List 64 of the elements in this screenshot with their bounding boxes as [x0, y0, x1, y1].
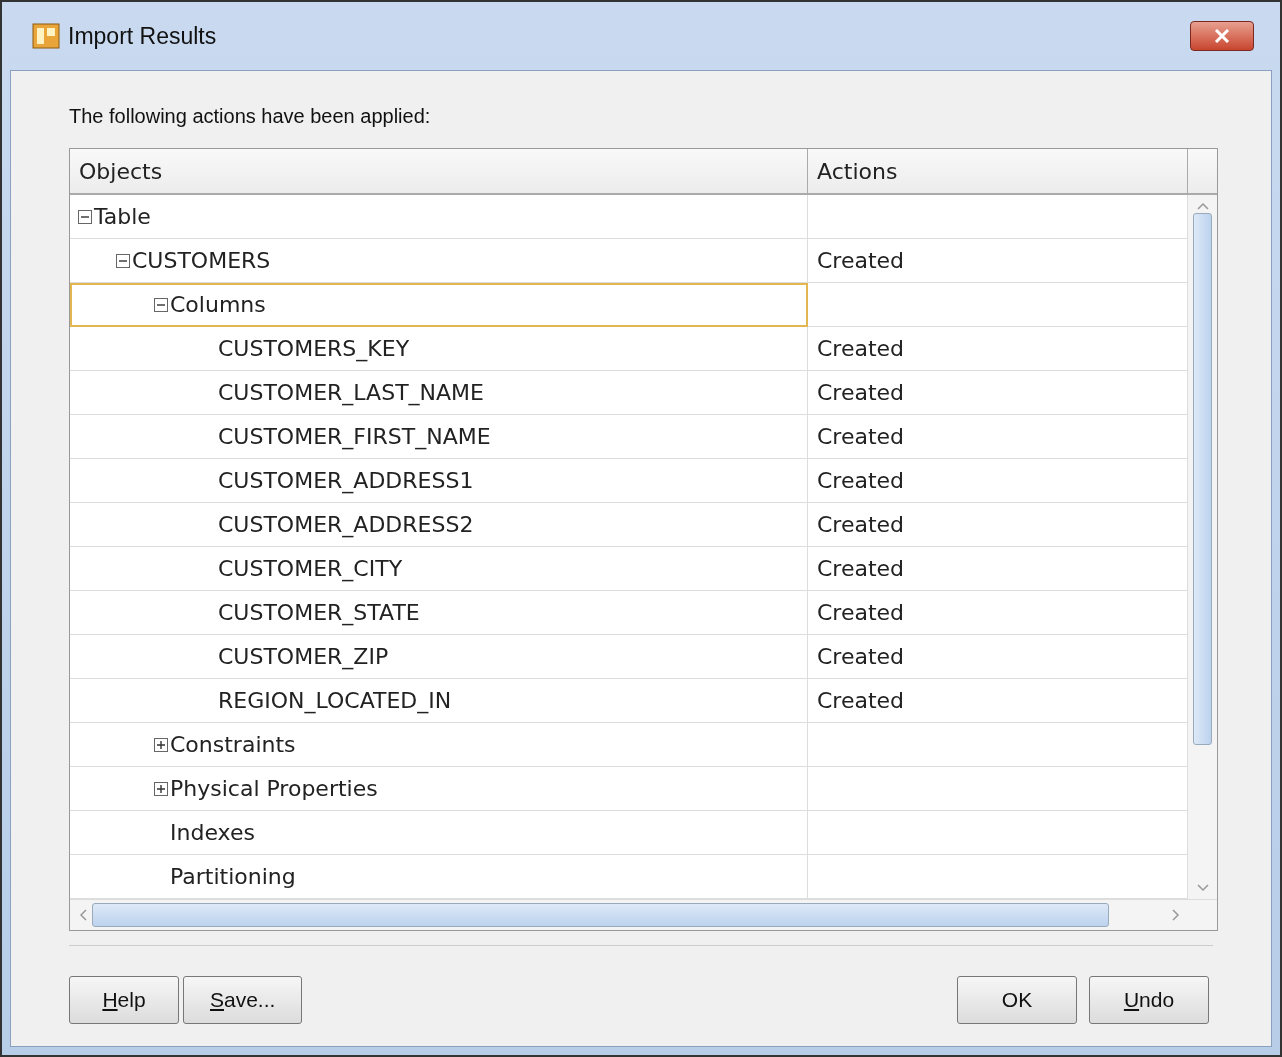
tree-item[interactable]: CUSTOMERS: [70, 239, 808, 283]
tree-item-label: Columns: [170, 292, 266, 317]
dialog-button[interactable]: Save...: [183, 976, 303, 1024]
tree-item[interactable]: CUSTOMERS_KEY: [70, 327, 808, 371]
tree-item-label: Physical Properties: [170, 776, 378, 801]
tree-item[interactable]: CUSTOMER_ADDRESS1: [70, 459, 808, 503]
tree-item-label: Table: [94, 204, 151, 229]
tree-item[interactable]: Indexes: [70, 811, 808, 855]
horizontal-scrollbar[interactable]: [70, 899, 1217, 930]
tree-item-label: Indexes: [170, 820, 255, 845]
dialog-button[interactable]: Undo: [1089, 976, 1209, 1024]
intro-text: The following actions have been applied:: [69, 105, 431, 128]
tree-item-label: REGION_LOCATED_IN: [218, 688, 452, 713]
tree-item-label: CUSTOMER_ZIP: [218, 644, 389, 669]
header-corner: [1188, 149, 1217, 195]
tree-item-label: CUSTOMER_ADDRESS1: [218, 468, 474, 493]
scroll-up-icon: [1195, 201, 1210, 211]
tree-item[interactable]: REGION_LOCATED_IN: [70, 679, 808, 723]
expand-icon[interactable]: [154, 781, 168, 796]
tree-item[interactable]: Physical Properties: [70, 767, 808, 811]
action-cell: Created: [808, 591, 1188, 635]
collapse-icon[interactable]: [154, 297, 168, 312]
scroll-left-icon: [78, 908, 88, 922]
action-cell: Created: [808, 503, 1188, 547]
tree-item-label: CUSTOMER_ADDRESS2: [218, 512, 474, 537]
tree-item[interactable]: CUSTOMER_CITY: [70, 547, 808, 591]
expand-icon[interactable]: [154, 737, 168, 752]
tree-item[interactable]: CUSTOMER_LAST_NAME: [70, 371, 808, 415]
action-cell: Created: [808, 459, 1188, 503]
action-cell: Created: [808, 239, 1188, 283]
tree-item-label: CUSTOMER_STATE: [218, 600, 420, 625]
action-cell: Created: [808, 679, 1188, 723]
tree-item[interactable]: CUSTOMER_ZIP: [70, 635, 808, 679]
tree-item-label: CUSTOMER_LAST_NAME: [218, 380, 484, 405]
tree-item[interactable]: Table: [70, 195, 808, 239]
scroll-down-icon: [1195, 883, 1210, 893]
tree-item[interactable]: CUSTOMER_ADDRESS2: [70, 503, 808, 547]
collapse-icon[interactable]: [78, 209, 92, 224]
scroll-right-icon: [1171, 908, 1181, 922]
vertical-scrollbar[interactable]: [1188, 195, 1217, 899]
close-icon: [1214, 29, 1230, 43]
tree-item-label: CUSTOMERS_KEY: [218, 336, 410, 361]
action-cell: Created: [808, 371, 1188, 415]
action-cell: Created: [808, 547, 1188, 591]
dialog-button[interactable]: OK: [957, 976, 1077, 1024]
tree-item[interactable]: Constraints: [70, 723, 808, 767]
tree-item-label: Partitioning: [170, 864, 296, 889]
column-header[interactable]: Objects: [70, 149, 808, 195]
tree-item-label: Constraints: [170, 732, 296, 757]
action-cell: Created: [808, 635, 1188, 679]
tree-item[interactable]: CUSTOMER_FIRST_NAME: [70, 415, 808, 459]
window-title: Import Results: [68, 22, 217, 50]
tree-item[interactable]: CUSTOMER_STATE: [70, 591, 808, 635]
column-header[interactable]: Actions: [808, 149, 1188, 195]
tree-item-label: CUSTOMER_CITY: [218, 556, 403, 581]
close-button[interactable]: [1190, 21, 1254, 51]
tree-item[interactable]: Columns: [70, 283, 808, 327]
dialog-button[interactable]: Help: [69, 976, 179, 1024]
action-cell: Created: [808, 327, 1188, 371]
tree-item-label: CUSTOMERS: [132, 248, 271, 273]
tree-item-label: CUSTOMER_FIRST_NAME: [218, 424, 491, 449]
action-cell: Created: [808, 415, 1188, 459]
app-icon: [32, 23, 60, 49]
collapse-icon[interactable]: [116, 253, 130, 268]
